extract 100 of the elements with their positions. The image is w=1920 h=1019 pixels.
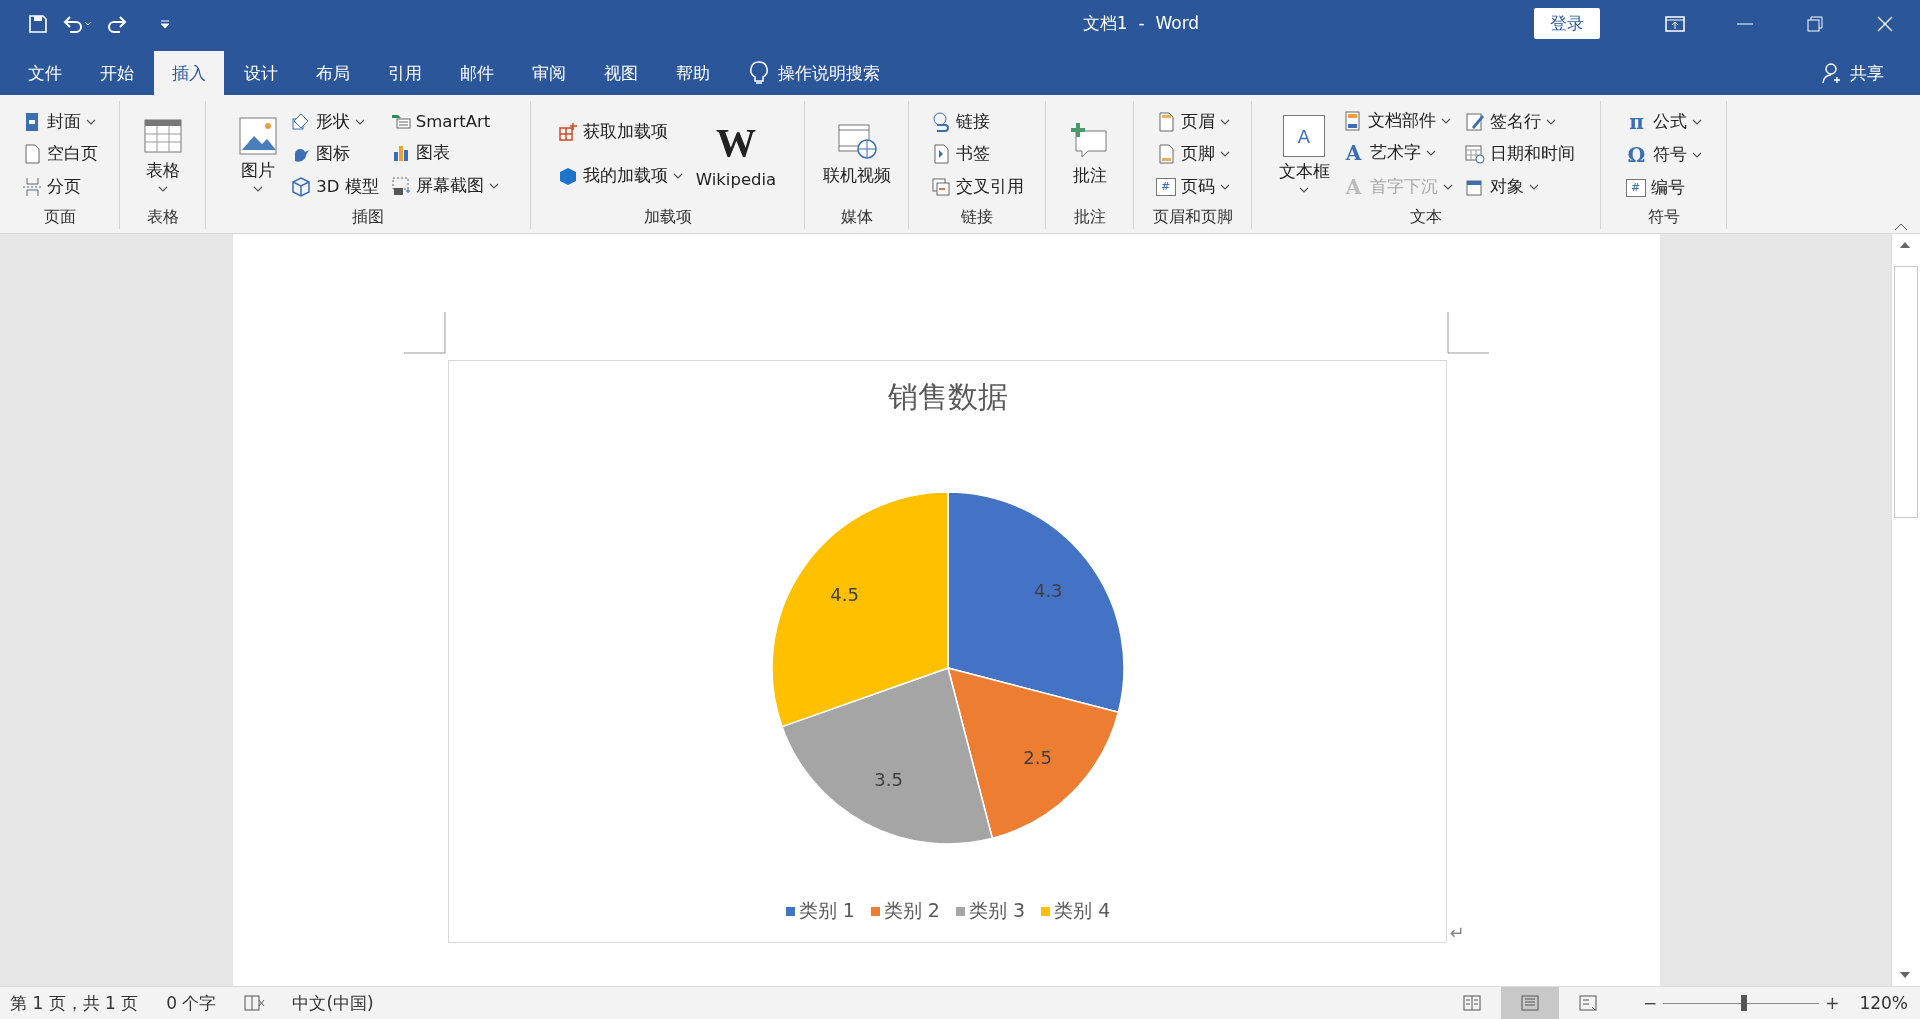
number-icon: # [1155,177,1176,196]
ribbon-button[interactable]: 链接 [927,109,1027,134]
group-label: 链接 [960,207,994,228]
menu-tab[interactable]: 视图 [586,51,656,95]
number-icon: # [1625,178,1646,197]
proofing-icon[interactable] [244,994,267,1012]
text-box-icon: A [1283,115,1325,157]
margin-corner-mark [1447,312,1489,354]
ribbon-button[interactable]: 图表 [387,141,502,165]
menu-tab[interactable]: 设计 [226,51,296,95]
ribbon-button[interactable]: # 页码 [1152,174,1233,199]
redo-icon[interactable] [106,13,128,34]
ribbon-button[interactable]: 封面 [18,109,101,134]
scrollbar-thumb[interactable] [1894,266,1918,518]
share-button[interactable]: 共享 [1816,51,1890,95]
menu-tab[interactable]: 布局 [298,51,368,95]
ribbon-button[interactable]: 页眉 [1152,109,1233,134]
ribbon-button[interactable]: 屏幕截图 [387,174,502,198]
group-label: 符号 [1646,207,1681,228]
margin-corner-mark [404,312,446,354]
lightbulb-icon [750,61,768,85]
group-label: 批注 [1072,207,1107,228]
screenshot-icon [390,176,411,196]
zoom-in-button[interactable]: + [1819,993,1846,1013]
ribbon-button[interactable]: 表格 [138,114,187,194]
menu-tab[interactable]: 帮助 [658,51,728,95]
ribbon-button[interactable]: 签名行 [1461,109,1578,134]
link-icon [930,111,951,132]
ribbon-button[interactable]: A 艺术字 [1339,140,1456,166]
data-label: 3.5 [874,768,903,790]
zoom-out-button[interactable]: − [1636,993,1664,1013]
group-label: 插图 [351,207,385,228]
data-label: 2.5 [1023,746,1052,768]
page-break-icon [21,176,42,197]
ribbon-button[interactable]: # 编号 [1622,175,1705,200]
menu-tab[interactable]: 插入 [154,51,224,95]
video-icon [836,121,877,161]
ribbon-button[interactable]: Ω 符号 [1622,142,1705,168]
ribbon-button[interactable]: 图标 [288,142,382,166]
language[interactable]: 中文(中国) [292,991,374,1015]
menu-tab[interactable]: 引用 [370,51,440,95]
group-label: 表格 [145,207,180,228]
page-icon [1520,995,1539,1011]
ribbon-button[interactable]: SmartArt [387,110,502,132]
group-label: 加载项 [642,207,693,228]
signature-icon [1464,111,1485,132]
menu-tab[interactable]: 开始 [82,51,152,95]
ribbon-button[interactable]: 空白页 [18,142,101,166]
login-button[interactable]: 登录 [1534,8,1600,39]
ribbon-button[interactable]: 日期和时间 [1461,142,1578,166]
table-icon [142,116,183,156]
save-icon[interactable] [28,13,48,34]
window-title: 文档1 - Word [1081,12,1201,35]
ribbon-button[interactable]: 页脚 [1152,142,1233,166]
calendar-icon [1464,144,1485,164]
book-icon [1462,995,1481,1011]
ribbon-button[interactable]: π 公式 [1622,108,1705,135]
ribbon-button[interactable]: 文档部件 [1339,108,1456,133]
wikipedia-logo: W [716,119,756,166]
legend-item: 类别 3 [955,898,1026,924]
legend-item: 类别 1 [785,898,855,924]
menu-tab[interactable]: 邮件 [442,51,512,95]
ribbon-button[interactable]: A 文本框 [1274,113,1334,195]
word-count[interactable]: 0 个字 [166,991,217,1015]
symbol-icon: π [1625,109,1648,134]
ribbon-button[interactable]: 3D 模型 [288,174,382,199]
picture-icon [238,116,279,156]
group-label: 页面 [42,207,77,228]
zoom-level[interactable]: 120% [1859,993,1908,1013]
zoom-slider-thumb[interactable] [1741,995,1748,1011]
ribbon-button[interactable]: 交叉引用 [927,174,1027,199]
chart-title: 销售数据 [887,378,1008,416]
menu-tab[interactable]: 文件 [10,51,80,95]
ribbon-button[interactable]: 图片 [234,114,283,194]
data-label: 4.5 [830,583,859,605]
tell-me-search[interactable]: 操作说明搜索 [744,51,886,95]
group-label: 文本 [1409,207,1443,228]
legend-item: 类别 2 [870,898,940,924]
ribbon-button[interactable]: 书签 [927,142,1027,166]
ribbon-button[interactable]: 联机视频 [818,119,895,189]
page-count[interactable]: 第 1 页，共 1 页 [10,991,139,1015]
collapse-ribbon-icon[interactable] [1894,223,1908,231]
ribbon-button[interactable]: 获取加载项 [554,120,686,145]
ribbon-button[interactable]: W Wikipedia [691,117,781,191]
ribbon-button[interactable]: 形状 [288,109,382,134]
legend-item: 类别 4 [1041,898,1111,924]
symbol-icon: A [1342,141,1365,165]
chart-area[interactable]: 销售数据 4.3 2.5 3.5 4.5 类别 1 类别 2 类别 3 类别 4 [448,360,1448,943]
data-label: 4.3 [1033,579,1063,601]
group-label: 媒体 [839,207,874,228]
ribbon-button[interactable]: 我的加载项 [554,163,686,188]
undo-icon[interactable] [62,13,92,34]
ribbon-button[interactable]: 分页 [18,174,101,199]
customize-icon[interactable] [160,18,170,29]
group-label: 页眉和页脚 [1151,207,1234,228]
ribbon-button[interactable]: 批注 [1065,119,1114,189]
menu-tab[interactable]: 审阅 [514,51,584,95]
document-parts-icon [1342,110,1363,131]
ribbon-button[interactable]: 对象 [1461,174,1578,199]
symbol-icon: A [1342,174,1365,199]
